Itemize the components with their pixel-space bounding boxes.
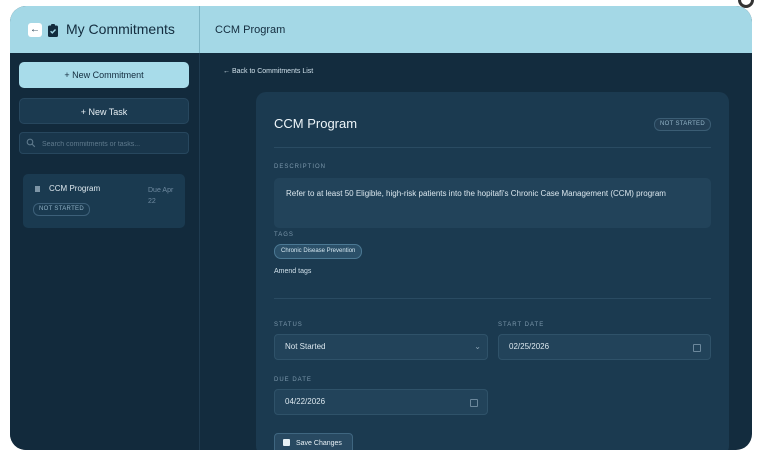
- description-field[interactable]: Refer to at least 50 Eligible, high-risk…: [274, 178, 711, 228]
- status-select[interactable]: Not Started ⌄: [274, 334, 488, 360]
- status-value: Not Started: [285, 342, 326, 351]
- status-badge: NOT STARTED: [654, 118, 711, 131]
- calendar-icon[interactable]: [693, 344, 701, 352]
- start-date-value: 02/25/2026: [509, 342, 550, 351]
- new-task-button[interactable]: + New Task: [19, 98, 189, 124]
- card-title: CCM Program: [49, 184, 101, 193]
- search-icon: [26, 138, 36, 148]
- clipboard-icon: [48, 24, 58, 37]
- calendar-icon[interactable]: [470, 399, 478, 407]
- header-divider: [199, 6, 200, 53]
- tag-chip[interactable]: Chronic Disease Prevention: [274, 244, 363, 259]
- start-date-label: START DATE: [498, 322, 545, 328]
- divider: [274, 298, 711, 299]
- arrow-left-icon[interactable]: ←: [28, 23, 42, 37]
- divider: [274, 147, 711, 148]
- search-box: [19, 132, 189, 154]
- due-date-value: 04/22/2026: [285, 397, 326, 406]
- sidebar: + New Commitment + New Task CCM Program …: [10, 53, 200, 450]
- top-bar: ← My Commitments CCM Program: [10, 6, 752, 53]
- floppy-icon: [283, 439, 290, 446]
- save-changes-button[interactable]: Save Changes: [274, 433, 353, 450]
- app-title: My Commitments: [66, 21, 175, 37]
- commitment-title: CCM Program: [274, 116, 358, 131]
- commitment-card[interactable]: CCM Program Due Apr 22 NOT STARTED: [23, 174, 185, 228]
- start-date-input[interactable]: 02/25/2026: [498, 334, 711, 360]
- amend-tags-link[interactable]: Amend tags: [274, 268, 311, 275]
- detail-panel: CCM Program NOT STARTED DESCRIPTION Refe…: [256, 92, 729, 450]
- due-date-label: DUE DATE: [274, 377, 312, 383]
- status-badge: NOT STARTED: [33, 203, 90, 216]
- back-to-list-link[interactable]: ← Back to Commitments List: [223, 68, 313, 75]
- save-label: Save Changes: [296, 440, 342, 447]
- tags-label: TAGS: [274, 232, 294, 238]
- status-label: STATUS: [274, 322, 303, 328]
- description-label: DESCRIPTION: [274, 164, 327, 170]
- page-title: CCM Program: [215, 24, 286, 36]
- app-window: ← My Commitments CCM Program + New Commi…: [10, 6, 752, 450]
- due-date-input[interactable]: 04/22/2026: [274, 389, 488, 415]
- chevron-down-icon: ⌄: [474, 342, 481, 351]
- new-commitment-button[interactable]: + New Commitment: [19, 62, 189, 88]
- search-input[interactable]: [40, 135, 189, 153]
- document-icon: [35, 186, 40, 192]
- card-due-date: Due Apr 22: [148, 187, 174, 205]
